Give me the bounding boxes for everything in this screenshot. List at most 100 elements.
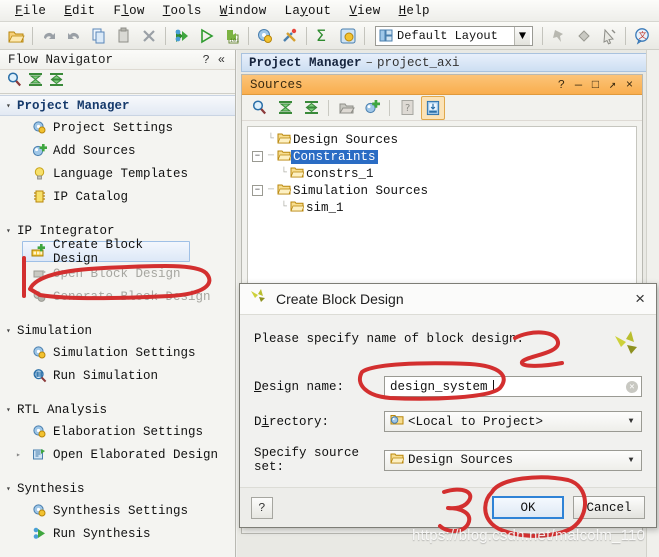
report-sum-icon[interactable]: Σ: [311, 24, 335, 48]
section-header-synthesis[interactable]: ▾ Synthesis: [0, 478, 235, 499]
copy-icon[interactable]: [87, 24, 111, 48]
chevron-collapse-icon: ▾: [6, 226, 11, 236]
folder-icon: [290, 166, 305, 182]
nav-item-create-block-design[interactable]: Create Block Design: [22, 238, 190, 266]
layout-combo[interactable]: Default Layout ▼: [375, 25, 533, 46]
chevron-right-icon[interactable]: ▸: [16, 450, 27, 460]
section-label: Project Manager: [17, 98, 130, 113]
chevron-collapse-icon: ▾: [6, 405, 11, 415]
hierarchy-icon[interactable]: [421, 95, 445, 120]
tree-row-sim-1[interactable]: └ sim_1: [252, 199, 636, 216]
help-button[interactable]: ?: [199, 53, 214, 67]
clear-icon[interactable]: ✕: [626, 380, 638, 393]
expander-minus-icon[interactable]: −: [252, 151, 263, 162]
main-toolbar: 101 Σ Default Layout ▼ 文: [0, 22, 659, 50]
flow-navigator-title: Flow Navigator: [8, 52, 114, 67]
search-icon[interactable]: [6, 71, 23, 92]
tree-row-simulation-sources[interactable]: − ─ Simulation Sources: [252, 182, 636, 199]
undo-icon[interactable]: [37, 24, 61, 48]
collapse-all-icon[interactable]: [27, 71, 44, 92]
add-sources-icon[interactable]: [360, 96, 384, 120]
menu-item-file[interactable]: File: [6, 2, 55, 20]
menu-item-help[interactable]: Help: [390, 2, 439, 20]
expand-all-icon[interactable]: [48, 71, 65, 92]
tree-label: Simulation Sources: [293, 183, 429, 198]
open-project-icon[interactable]: [4, 24, 28, 48]
lightbulb-icon: [30, 166, 48, 182]
menu-item-flow[interactable]: Flow: [104, 2, 153, 20]
paste-icon[interactable]: [112, 24, 136, 48]
directory-combo[interactable]: <Local to Project> ▼: [384, 411, 642, 432]
source-set-row: Specify source set: Design Sources ▼: [254, 446, 642, 474]
tree-row-constrs-1[interactable]: └ constrs_1: [252, 165, 636, 182]
run-synthesis-icon[interactable]: [170, 24, 194, 48]
menu-item-view[interactable]: View: [340, 2, 389, 20]
layout-combo-value: Default Layout: [397, 28, 498, 43]
minimize-button[interactable]: —: [570, 77, 587, 93]
redo-icon[interactable]: [62, 24, 86, 48]
tree-row-design-sources[interactable]: └ Design Sources: [252, 131, 636, 148]
nav-item-language-templates[interactable]: Language Templates: [0, 162, 235, 185]
nav-item-ip-catalog[interactable]: IP Catalog: [0, 185, 235, 208]
design-name-label: Design name:: [254, 379, 345, 394]
directory-row: Directory: <Local to Project> ▼: [254, 411, 642, 432]
chevron-down-icon[interactable]: ▼: [624, 456, 638, 465]
nav-item-synthesis-settings[interactable]: Synthesis Settings: [0, 499, 235, 522]
section-header-rtl-analysis[interactable]: ▾ RTL Analysis: [0, 399, 235, 420]
language-icon[interactable]: 文: [630, 24, 654, 48]
run-implementation-icon[interactable]: [195, 24, 219, 48]
ok-button[interactable]: OK: [492, 496, 564, 519]
gear-settings-icon: [30, 503, 48, 519]
project-settings-icon[interactable]: [336, 24, 360, 48]
nav-item-run-synthesis[interactable]: Run Synthesis: [0, 522, 235, 545]
source-set-label: Specify source set:: [254, 446, 360, 474]
search-icon[interactable]: [247, 96, 271, 120]
float-button[interactable]: ↗: [604, 77, 621, 93]
generate-bitstream-icon[interactable]: 101: [220, 24, 244, 48]
help-icon[interactable]: ?: [395, 96, 419, 120]
settings-gear-icon[interactable]: [253, 24, 277, 48]
tree-row-constraints[interactable]: − ─ Constraints: [252, 148, 636, 165]
help-button[interactable]: ?: [553, 77, 570, 93]
section-header-simulation[interactable]: ▾ Simulation: [0, 320, 235, 341]
folder-icon: [290, 200, 305, 216]
nav-item-simulation-settings[interactable]: Simulation Settings: [0, 341, 235, 364]
svg-text:?: ?: [405, 103, 410, 114]
design-name-input[interactable]: design_system ✕: [384, 376, 642, 397]
section-header-project-manager[interactable]: ▾ Project Manager: [0, 95, 235, 116]
cancel-button[interactable]: Cancel: [573, 496, 645, 519]
source-set-value: Design Sources: [408, 453, 514, 467]
close-button[interactable]: ×: [621, 77, 638, 93]
nav-item-label: Run Synthesis: [53, 526, 151, 541]
flow-navigator-panel: Flow Navigator ? « ▾ Project Manager Pro…: [0, 50, 236, 557]
maximize-button[interactable]: □: [587, 77, 604, 93]
toolbar-separator: [165, 26, 166, 45]
expand-all-icon[interactable]: [299, 96, 323, 120]
flow-navigator-toolbar: [0, 70, 235, 94]
nav-item-project-settings[interactable]: Project Settings: [0, 116, 235, 139]
menu-item-edit[interactable]: Edit: [55, 2, 104, 20]
source-set-combo[interactable]: Design Sources ▼: [384, 449, 642, 471]
menu-item-layout[interactable]: Layout: [276, 2, 341, 20]
nav-item-add-sources[interactable]: Add Sources: [0, 139, 235, 162]
delete-icon[interactable]: [137, 24, 161, 48]
nav-item-elaboration-settings[interactable]: Elaboration Settings: [0, 420, 235, 443]
chevron-down-icon[interactable]: ▼: [514, 26, 530, 45]
collapse-all-icon[interactable]: [273, 96, 297, 120]
pin-icon[interactable]: [547, 24, 571, 48]
arrow-select-icon[interactable]: [597, 24, 621, 48]
nav-item-open-elaborated-design[interactable]: ▸ Open Elaborated Design: [0, 443, 235, 466]
tools-icon[interactable]: [278, 24, 302, 48]
expander-minus-icon[interactable]: −: [252, 185, 263, 196]
diamond-icon[interactable]: [572, 24, 596, 48]
menu-item-tools[interactable]: Tools: [154, 2, 211, 20]
dialog-help-button[interactable]: ?: [251, 496, 273, 519]
nav-item-run-simulation[interactable]: Run Simulation: [0, 364, 235, 387]
design-name-value: design_system: [390, 379, 488, 394]
collapse-panel-button[interactable]: «: [214, 53, 229, 67]
text-caret: [492, 380, 494, 393]
chevron-down-icon[interactable]: ▼: [624, 417, 638, 426]
close-icon[interactable]: ×: [632, 289, 648, 309]
open-folder-icon[interactable]: [334, 96, 358, 120]
menu-item-window[interactable]: Window: [211, 2, 276, 20]
